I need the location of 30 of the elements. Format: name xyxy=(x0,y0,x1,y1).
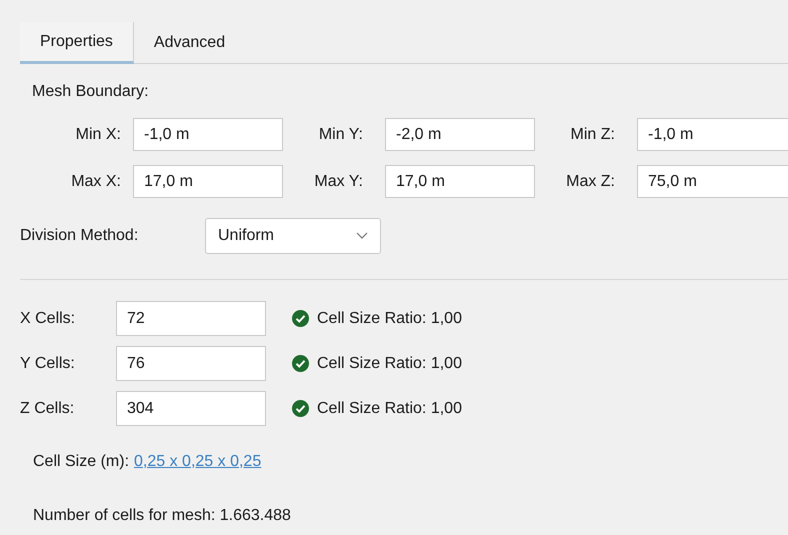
input-field[interactable]: 17,0 m xyxy=(133,165,283,198)
field-label: Max X: xyxy=(70,172,122,192)
tab[interactable]: Advanced xyxy=(134,22,246,64)
section-title: Mesh Boundary: xyxy=(32,82,150,102)
input-field[interactable]: 72 xyxy=(116,301,266,336)
field-label: Max Z: xyxy=(565,172,616,192)
field-label: Division Method: xyxy=(20,226,140,246)
ratio-text: Cell Size Ratio: 1,00 xyxy=(317,308,462,328)
field-label: Min X: xyxy=(74,124,122,144)
input-field[interactable]: 75,0 m xyxy=(637,165,788,198)
input-field[interactable]: 17,0 m xyxy=(385,165,535,198)
input-field[interactable]: 304 xyxy=(116,391,266,426)
field-label: Cell Size (m): xyxy=(33,452,130,472)
dropdown[interactable]: Uniform xyxy=(205,218,381,254)
cell-size-link[interactable]: 0,25 x 0,25 x 0,25 xyxy=(134,450,262,474)
chevron-down-icon xyxy=(356,232,368,240)
tab[interactable]: Properties xyxy=(20,22,134,64)
ratio-text: Cell Size Ratio: 1,00 xyxy=(317,398,462,418)
field-label: X Cells: xyxy=(20,308,76,328)
field-label: Y Cells: xyxy=(20,354,76,374)
ratio-text: Cell Size Ratio: 1,00 xyxy=(317,354,462,374)
input-field[interactable]: -2,0 m xyxy=(385,118,535,151)
input-field[interactable]: -1,0 m xyxy=(133,118,283,151)
field-label: Min Z: xyxy=(570,124,616,144)
field-label: Max Y: xyxy=(313,172,364,192)
input-field[interactable]: -1,0 m xyxy=(637,118,788,151)
cell-count-text: Number of cells for mesh: 1.663.488 xyxy=(33,507,291,524)
input-field[interactable]: 76 xyxy=(116,346,266,381)
field-label: Min Y: xyxy=(318,124,364,144)
field-label: Z Cells: xyxy=(20,398,76,418)
